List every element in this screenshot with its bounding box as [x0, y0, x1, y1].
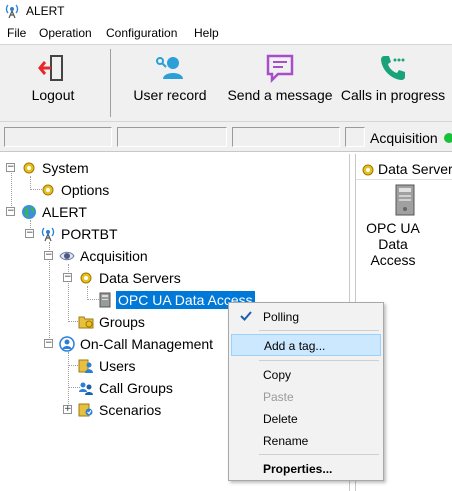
- user-record-button[interactable]: User record: [124, 47, 216, 119]
- menu-operation[interactable]: Operation: [39, 26, 92, 40]
- collapse-icon[interactable]: −: [44, 339, 53, 348]
- status-panel: [4, 127, 112, 147]
- data-server-label: OPC UA Data Access: [356, 220, 430, 268]
- status-panel: [232, 127, 340, 147]
- tree-node-groups[interactable]: Groups: [0, 312, 200, 332]
- menu-item-label: Delete: [263, 412, 298, 426]
- send-message-button[interactable]: Send a message: [224, 47, 336, 119]
- collapse-icon[interactable]: −: [63, 273, 72, 282]
- tree-node-system[interactable]: − System: [0, 158, 200, 178]
- context-menu: Polling Add a tag... Copy Paste Delete R…: [228, 302, 384, 481]
- logout-icon: [4, 53, 102, 88]
- expand-icon[interactable]: +: [63, 405, 72, 414]
- message-icon: [224, 53, 336, 88]
- status-panel: [117, 127, 227, 147]
- menu-item-label: Add a tag...: [264, 339, 326, 353]
- collapse-icon[interactable]: −: [6, 207, 15, 216]
- antenna-icon: [4, 3, 20, 24]
- collapse-icon[interactable]: −: [44, 251, 53, 260]
- tree-node-users[interactable]: Users: [0, 356, 200, 376]
- toolbar: Logout User record Send a message Calls …: [0, 44, 452, 122]
- data-server-label-line: OPC UA Data: [366, 220, 420, 252]
- user-circle-icon: [59, 336, 75, 355]
- menu-item-label: Rename: [263, 434, 309, 448]
- user-record-icon: [124, 53, 216, 88]
- tree-node-label: ALERT: [42, 204, 87, 220]
- data-server-label-line: Access: [370, 252, 416, 268]
- tree-node-acquisition[interactable]: − Acquisition: [0, 246, 200, 266]
- menu-bar: File Operation Configuration Help: [0, 24, 452, 44]
- menu-item-delete[interactable]: Delete: [231, 408, 381, 430]
- scenario-icon: [78, 402, 94, 421]
- acquisition-status-indicator: [444, 133, 452, 143]
- menu-separator: [259, 360, 379, 361]
- tree-node-label: Call Groups: [99, 380, 173, 396]
- tree-node-data-servers[interactable]: − Data Servers: [0, 268, 220, 288]
- users-icon: [78, 358, 94, 377]
- tree-node-label: Data Servers: [99, 270, 181, 286]
- gear-icon: [78, 270, 94, 289]
- toolbar-separator: [110, 49, 111, 117]
- menu-item-polling[interactable]: Polling: [231, 306, 381, 328]
- status-panel: [345, 127, 365, 147]
- window-title: ALERT: [26, 4, 65, 18]
- menu-separator: [259, 454, 379, 455]
- menu-item-rename[interactable]: Rename: [231, 430, 381, 452]
- tree-node-call-groups[interactable]: Call Groups: [0, 378, 200, 398]
- antenna-icon: [40, 226, 56, 245]
- user-record-label: User record: [133, 87, 207, 103]
- server-icon: [97, 292, 113, 311]
- panel-header: Data Server: [356, 158, 452, 180]
- send-message-label: Send a message: [227, 87, 333, 103]
- menu-item-label: Polling: [263, 310, 300, 324]
- menu-item-label: Properties...: [263, 462, 333, 476]
- menu-item-paste[interactable]: Paste: [231, 386, 381, 408]
- menu-separator: [259, 330, 379, 331]
- menu-item-add-tag[interactable]: Add a tag...: [231, 334, 381, 356]
- eye-icon: [59, 248, 75, 267]
- collapse-icon[interactable]: −: [25, 229, 34, 238]
- status-bar: Acquisition: [0, 122, 452, 152]
- gear-icon: [21, 160, 37, 179]
- tree-node-label: Options: [61, 182, 110, 198]
- tree-node-label: Groups: [99, 314, 145, 330]
- gear-icon: [360, 162, 376, 183]
- title-bar: ALERT: [0, 0, 452, 24]
- tree-node-label: On-Call Management: [80, 336, 214, 352]
- tree-node-alert[interactable]: − ALERT: [0, 202, 200, 222]
- menu-configuration[interactable]: Configuration: [106, 26, 177, 40]
- menu-item-label: Paste: [263, 390, 294, 404]
- menu-file[interactable]: File: [7, 26, 26, 40]
- tree-node-on-call-management[interactable]: − On-Call Management: [0, 334, 240, 354]
- calls-in-progress-button[interactable]: Calls in progress: [336, 47, 450, 119]
- tree-node-label: PORTBT: [61, 226, 118, 242]
- checkmark-icon: [239, 309, 253, 326]
- menu-item-label: Copy: [263, 368, 292, 382]
- tree-node-label: System: [42, 160, 89, 176]
- logout-label: Logout: [31, 87, 75, 103]
- tree-node-label: Scenarios: [99, 402, 162, 418]
- collapse-icon[interactable]: −: [6, 163, 15, 172]
- tree-node-label: Acquisition: [80, 248, 148, 264]
- server-icon: [392, 184, 418, 221]
- tree-node-label: Users: [99, 358, 136, 374]
- phone-call-icon: [336, 53, 450, 88]
- logout-button[interactable]: Logout: [4, 47, 102, 119]
- gear-icon: [40, 182, 56, 201]
- calls-in-progress-label: Calls in progress: [340, 87, 446, 103]
- menu-item-copy[interactable]: Copy: [231, 364, 381, 386]
- menu-help[interactable]: Help: [194, 26, 219, 40]
- tree-node-portbt[interactable]: − PORTBT: [0, 224, 200, 244]
- tree-node-options[interactable]: Options: [0, 180, 200, 200]
- call-groups-icon: [78, 380, 94, 399]
- acquisition-status-label: Acquisition: [370, 130, 438, 146]
- tree-node-scenarios[interactable]: + Scenarios: [0, 400, 200, 420]
- groups-folder-icon: [78, 314, 94, 333]
- globe-icon: [21, 204, 37, 223]
- panel-header-label: Data Server: [378, 161, 452, 177]
- menu-item-properties[interactable]: Properties...: [231, 458, 381, 480]
